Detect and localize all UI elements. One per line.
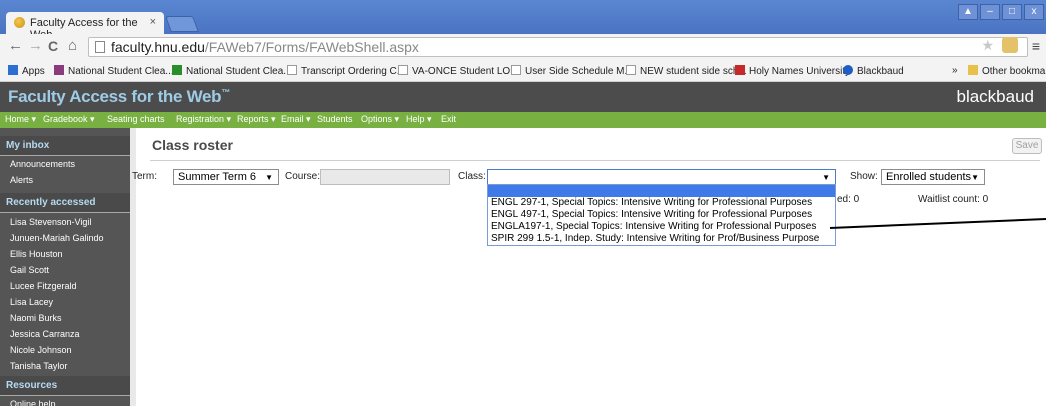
class-label: Class: — [458, 171, 486, 182]
menu-seating-charts[interactable]: Seating charts — [107, 114, 165, 124]
term-select[interactable]: Summer Term 6 ▼ — [173, 169, 279, 185]
show-label: Show: — [850, 171, 878, 182]
window-minimize-icon[interactable]: – — [980, 4, 1000, 20]
title-divider — [150, 160, 1040, 161]
enrolled-count: ed: 0 — [837, 194, 860, 205]
browser-tab[interactable]: Faculty Access for the Web × — [6, 12, 164, 41]
chevron-down-icon: ▼ — [822, 173, 830, 182]
app-title: Faculty Access for the Web™ — [8, 87, 230, 106]
sidebar-heading-inbox: My inbox — [0, 136, 130, 156]
bookmark-new-student-side[interactable]: NEW student side sch... — [626, 65, 747, 77]
bookmark-user-side-schedule[interactable]: User Side Schedule M... — [511, 65, 633, 77]
sidebar-item-recent[interactable]: Nicole Johnson — [10, 345, 72, 355]
sidebar-item-recent[interactable]: Tanisha Taylor — [10, 361, 67, 371]
browser-toolbar: ← → C ⌂ faculty.hnu.edu/FAWeb7/Forms/FAW… — [0, 34, 1046, 60]
bookmark-apps[interactable]: Apps — [8, 65, 45, 77]
home-icon[interactable]: ⌂ — [68, 38, 77, 54]
sidebar-item-recent[interactable]: Naomi Burks — [10, 313, 62, 323]
save-button[interactable]: Save — [1012, 138, 1042, 154]
class-select[interactable]: ▼ — [487, 169, 836, 185]
blackbaud-logo: blackbaud — [956, 87, 1034, 106]
site-favicon-icon — [14, 17, 25, 28]
ap-icon — [511, 65, 521, 75]
page-title: Class roster — [152, 137, 233, 153]
menu-registration[interactable]: Registration ▾ — [176, 114, 231, 125]
sidebar-item-recent[interactable]: Lisa Stevenson-Vigil — [10, 217, 91, 227]
new-tab-button[interactable] — [165, 16, 199, 32]
show-select[interactable]: Enrolled students ▼ — [881, 169, 985, 185]
trademark-mark: ™ — [221, 87, 230, 98]
reload-icon[interactable]: C — [48, 38, 58, 54]
browser-tab-strip: Faculty Access for the Web × ▲ – □ x — [0, 0, 1046, 41]
main-menu-bar: Home ▾ Gradebook ▾ Seating charts Regist… — [0, 112, 1046, 128]
menu-options[interactable]: Options ▾ — [361, 114, 399, 125]
bookmark-holy-names[interactable]: Holy Names University — [735, 65, 850, 77]
bookmarks-bar: Apps National Student Clea... National S… — [0, 60, 1046, 82]
back-arrow-icon[interactable]: ← — [8, 38, 23, 54]
class-option[interactable]: ENGL 497-1, Special Topics: Intensive Wr… — [488, 209, 835, 221]
sidebar-item-recent[interactable]: Junuen-Mariah Galindo — [10, 233, 104, 243]
menu-home[interactable]: Home ▾ — [5, 114, 36, 125]
menu-email[interactable]: Email ▾ — [281, 114, 311, 125]
bookmark-transcript[interactable]: Transcript Ordering C... — [287, 65, 405, 77]
page-icon — [95, 41, 105, 53]
window-maximize-icon[interactable]: □ — [1002, 4, 1022, 20]
class-dropdown-list: ENGL 297-1, Special Topics: Intensive Wr… — [487, 184, 836, 246]
forward-arrow-icon[interactable]: → — [28, 38, 43, 54]
sidebar-item-recent[interactable]: Ellis Houston — [10, 249, 63, 259]
menu-exit[interactable]: Exit — [441, 114, 456, 124]
chrome-menu-icon[interactable]: ≡ — [1032, 38, 1040, 54]
menu-students[interactable]: Students — [317, 114, 353, 124]
page-icon — [626, 65, 636, 75]
sidebar: My inbox Announcements Alerts Recently a… — [0, 128, 130, 409]
menu-gradebook[interactable]: Gradebook ▾ — [43, 114, 95, 125]
window-close-icon[interactable]: x — [1024, 4, 1044, 20]
sidebar-item-announcements[interactable]: Announcements — [10, 159, 75, 169]
sidebar-heading-resources: Resources — [0, 376, 130, 396]
hnu-icon — [735, 65, 745, 75]
main-content: Class roster Save Term: Summer Term 6 ▼ C… — [132, 128, 1046, 406]
chevron-down-icon: ▼ — [971, 173, 979, 182]
course-label: Course: — [285, 171, 321, 182]
address-bar[interactable]: faculty.hnu.edu/FAWeb7/Forms/FAWebShell.… — [88, 37, 1028, 57]
url-host: faculty.hnu.edu — [111, 39, 205, 55]
chevron-down-icon: ▼ — [265, 173, 273, 182]
term-label: Term: — [132, 171, 157, 182]
course-field[interactable] — [320, 169, 450, 185]
sidebar-item-online-help[interactable]: Online help — [10, 399, 56, 409]
waitlist-count: Waitlist count: 0 — [918, 194, 989, 205]
url-path: /FAWeb7/Forms/FAWebShell.aspx — [204, 39, 419, 55]
class-option[interactable]: ENGL 297-1, Special Topics: Intensive Wr… — [488, 197, 835, 209]
bookmark-nsc-1[interactable]: National Student Clea... — [54, 65, 174, 77]
apps-grid-icon — [8, 65, 18, 75]
class-option[interactable]: SPIR 299 1.5-1, Indep. Study: Intensive … — [488, 233, 835, 245]
window-profile-icon[interactable]: ▲ — [958, 4, 978, 20]
bookmark-blackbaud[interactable]: Blackbaud — [843, 65, 904, 77]
page-icon — [287, 65, 297, 75]
sidebar-item-alerts[interactable]: Alerts — [10, 175, 33, 185]
more-bookmarks-icon[interactable]: » — [952, 65, 958, 76]
blackbaud-icon — [843, 65, 853, 75]
sidebar-heading-recent: Recently accessed — [0, 193, 130, 213]
sidebar-item-recent[interactable]: Lucee Fitzgerald — [10, 281, 77, 291]
class-option[interactable]: ENGLA197-1, Special Topics: Intensive Wr… — [488, 221, 835, 233]
tab-close-icon[interactable]: × — [150, 16, 156, 28]
bookmark-va-once[interactable]: VA-ONCE Student LO... — [398, 65, 519, 77]
app-header: Faculty Access for the Web™ blackbaud — [0, 82, 1046, 112]
folder-icon — [968, 65, 978, 75]
page-icon — [398, 65, 408, 75]
bookmark-nsc-2[interactable]: National Student Clea... — [172, 65, 292, 77]
nsc-icon — [54, 65, 64, 75]
class-option-blank-selected[interactable] — [488, 185, 835, 197]
sidebar-item-recent[interactable]: Lisa Lacey — [10, 297, 53, 307]
menu-reports[interactable]: Reports ▾ — [237, 114, 276, 125]
bookmark-other[interactable]: Other bookmarks — [968, 65, 1046, 77]
sidebar-item-recent[interactable]: Jessica Carranza — [10, 329, 80, 339]
extension-icon[interactable] — [1002, 37, 1018, 53]
green-arrow-icon — [172, 65, 182, 75]
sidebar-item-recent[interactable]: Gail Scott — [10, 265, 49, 275]
menu-help[interactable]: Help ▾ — [406, 114, 432, 125]
bookmark-star-icon[interactable]: ★ — [981, 37, 994, 54]
